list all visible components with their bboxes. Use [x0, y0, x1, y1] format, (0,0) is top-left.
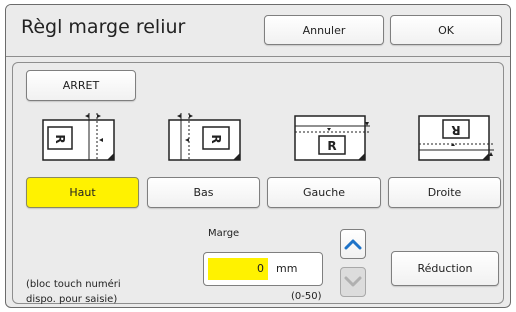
dialog-header: Règl marge reliur Annuler OK: [6, 5, 510, 57]
margin-bottom-diagram-icon: R: [167, 110, 247, 162]
position-right-label: Droite: [427, 186, 462, 199]
margin-right-diagram-icon: R: [415, 110, 495, 162]
position-bottom-label: Bas: [193, 186, 214, 199]
position-left-label: Gauche: [302, 186, 346, 199]
reduction-button-label: Réduction: [417, 262, 473, 275]
margin-unit: mm: [276, 262, 298, 275]
margin-range: (0-50): [291, 291, 322, 302]
reduction-button[interactable]: Réduction: [391, 251, 499, 286]
margin-label: Marge: [208, 228, 240, 239]
increase-button[interactable]: [340, 229, 366, 259]
hint-line-2: dispo. pour saisie): [26, 294, 118, 305]
dialog: Règl marge reliur Annuler OK ARRET R R R…: [5, 4, 511, 308]
svg-text:R: R: [209, 134, 223, 143]
chevron-down-icon: [344, 276, 362, 287]
margin-input[interactable]: 0 mm: [203, 252, 323, 286]
margin-left-diagram-icon: R: [291, 110, 371, 162]
svg-text:R: R: [451, 123, 460, 137]
off-button-label: ARRET: [62, 79, 100, 92]
page-title: Règl marge reliur: [21, 16, 186, 38]
decrease-button[interactable]: [340, 267, 366, 297]
cancel-button[interactable]: Annuler: [264, 15, 384, 45]
ok-button[interactable]: OK: [390, 15, 502, 45]
position-bottom-button[interactable]: Bas: [147, 177, 260, 208]
position-left-button[interactable]: Gauche: [267, 177, 381, 208]
cancel-button-label: Annuler: [302, 23, 346, 37]
margin-value: 0: [208, 258, 268, 280]
position-top-button[interactable]: Haut: [26, 177, 139, 208]
svg-text:R: R: [53, 134, 67, 143]
chevron-up-icon: [344, 239, 362, 250]
position-top-label: Haut: [69, 186, 96, 199]
hint-line-1: (bloc touch numéri: [26, 279, 121, 290]
svg-text:R: R: [327, 139, 336, 153]
margin-top-diagram-icon: R: [41, 110, 121, 162]
off-button[interactable]: ARRET: [26, 70, 136, 101]
ok-button-label: OK: [438, 23, 454, 37]
position-right-button[interactable]: Droite: [388, 177, 501, 208]
